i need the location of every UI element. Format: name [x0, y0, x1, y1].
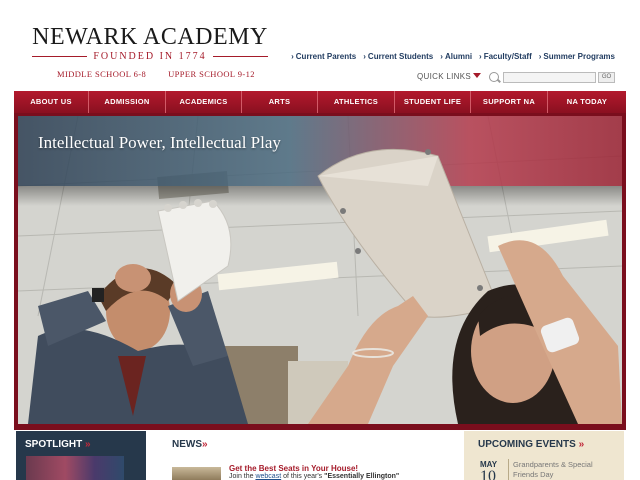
school-logo[interactable]: NEWARK ACADEMY FOUNDED IN 1774 — [32, 24, 268, 62]
news-body-text: of this year's — [281, 473, 325, 480]
chevron-right-icon: » — [202, 439, 208, 450]
arrow-icon: › — [538, 52, 542, 61]
logo-founded: FOUNDED IN 1774 — [93, 51, 207, 62]
utility-nav: › Current Parents › Current Students › Alum… — [291, 52, 615, 61]
middle-school-link[interactable]: MIDDLE SCHOOL 6-8 — [57, 69, 146, 79]
hero-caption: Intellectual Power, Intellectual Play — [38, 133, 281, 152]
spotlight-panel[interactable]: SPOTLIGHT » — [16, 431, 146, 480]
events-panel: UPCOMING EVENTS » MAY 10 Grandparents & … — [464, 431, 624, 480]
news-heading[interactable]: NEWS» — [172, 439, 208, 450]
search-go-button[interactable]: GO — [598, 72, 615, 83]
news-body-text: Join the — [229, 473, 256, 480]
nav-na-today[interactable]: NA TODAY — [548, 91, 626, 113]
news-body: Join the webcast of this year's "Essenti… — [229, 473, 399, 480]
nav-student-life[interactable]: STUDENT LIFE — [395, 91, 471, 113]
arrow-icon: › — [291, 52, 294, 61]
events-title-text: UPCOMING EVENTS — [478, 439, 576, 450]
news-body-bold: "Essentially Ellington" — [324, 473, 400, 480]
logo-title: NEWARK ACADEMY — [32, 24, 268, 50]
webcast-link[interactable]: webcast — [255, 473, 281, 480]
logo-rule-right — [212, 56, 268, 57]
spotlight-title: SPOTLIGHT » — [25, 439, 91, 450]
nav-about-us[interactable]: ABOUT US — [14, 91, 89, 113]
nav-arts[interactable]: ARTS — [242, 91, 318, 113]
arrow-icon: › — [440, 52, 443, 61]
news-headline-link[interactable]: Get the Best Seats in Your House! — [229, 464, 358, 473]
util-link-summer-programs[interactable]: › Summer Programs — [539, 52, 615, 61]
util-link-label: Faculty/Staff — [483, 52, 532, 61]
hero-banner[interactable]: Intellectual Power, Intellectual Play — [18, 116, 622, 424]
search-icon — [489, 72, 499, 82]
util-link-label: Current Students — [367, 52, 434, 61]
logo-founded-row: FOUNDED IN 1774 — [32, 51, 268, 62]
util-link-label: Summer Programs — [543, 52, 615, 61]
event-description-link[interactable]: Grandparents & Special Friends Day — [513, 460, 617, 480]
nav-admission[interactable]: ADMISSION — [89, 91, 166, 113]
util-link-alumni[interactable]: › Alumni — [440, 52, 472, 61]
search-input[interactable] — [503, 72, 596, 83]
school-divisions: MIDDLE SCHOOL 6-8 UPPER SCHOOL 9-12 — [57, 69, 255, 79]
quick-links-dropdown[interactable]: QUICK LINKS — [417, 72, 481, 81]
chevron-right-icon: » — [85, 439, 91, 450]
news-title-text: NEWS — [172, 439, 202, 450]
event-day: 10 — [480, 468, 496, 480]
event-divider — [508, 459, 509, 480]
util-link-label: Alumni — [444, 52, 473, 61]
util-link-current-parents[interactable]: › Current Parents — [291, 52, 356, 61]
chevron-right-icon: » — [578, 439, 585, 450]
triangle-down-icon — [472, 73, 481, 78]
util-link-current-students[interactable]: › Current Students — [363, 52, 433, 61]
util-link-faculty-staff[interactable]: › Faculty/Staff — [479, 52, 532, 61]
main-nav: ABOUT US ADMISSION ACADEMICS ARTS ATHLET… — [14, 91, 626, 113]
util-link-label: Current Parents — [295, 52, 357, 61]
hero-photo — [18, 116, 622, 424]
logo-rule-left — [32, 56, 88, 57]
spotlight-image[interactable] — [26, 456, 124, 480]
nav-academics[interactable]: ACADEMICS — [166, 91, 242, 113]
nav-athletics[interactable]: ATHLETICS — [318, 91, 395, 113]
spotlight-title-text: SPOTLIGHT — [25, 439, 83, 450]
arrow-icon: › — [479, 52, 482, 61]
upper-school-link[interactable]: UPPER SCHOOL 9-12 — [168, 69, 255, 79]
nav-support-na[interactable]: SUPPORT NA — [471, 91, 548, 113]
quick-links-label: QUICK LINKS — [417, 72, 471, 81]
events-heading[interactable]: UPCOMING EVENTS » — [478, 439, 584, 450]
arrow-icon: › — [363, 52, 366, 61]
news-thumbnail[interactable] — [172, 467, 221, 480]
